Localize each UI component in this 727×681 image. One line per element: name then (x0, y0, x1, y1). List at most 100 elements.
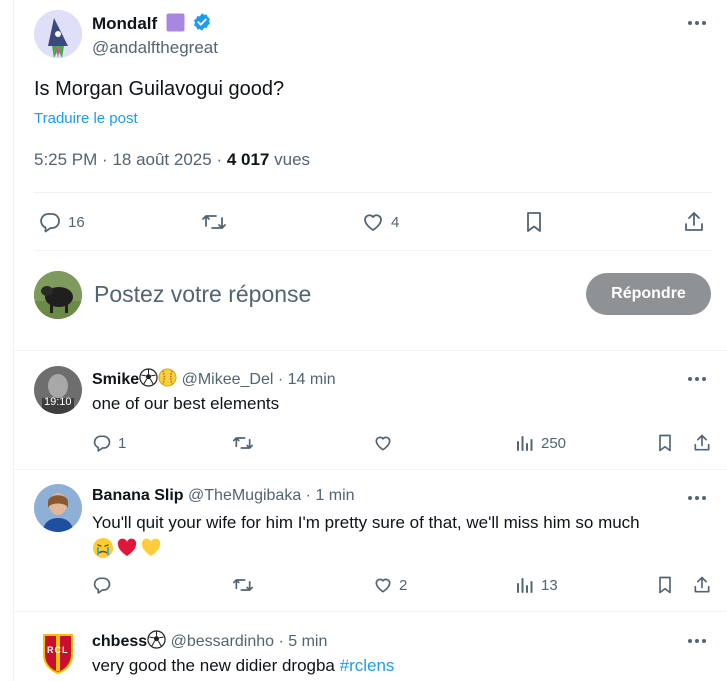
views-button[interactable]: 250 (515, 431, 566, 455)
author-avatar[interactable] (34, 10, 82, 58)
share-button[interactable] (682, 207, 706, 237)
share-icon (682, 210, 706, 234)
softball-icon (158, 368, 177, 387)
retweet-button[interactable] (232, 573, 254, 597)
bookmark-icon (655, 433, 675, 453)
tweet-meta: 5:25 PM · 18 août 2025 · 4 017 vues (34, 150, 310, 170)
reply-author-name[interactable]: Banana Slip (92, 487, 184, 504)
header-separator: · (278, 633, 289, 650)
divider (14, 469, 727, 470)
retweet-icon (232, 433, 254, 453)
soccer-ball-icon (139, 368, 158, 387)
bookmark-button[interactable] (655, 573, 675, 597)
tweet-time[interactable]: 5:25 PM (34, 150, 97, 169)
bookmark-button[interactable] (522, 207, 546, 237)
share-button[interactable] (692, 431, 712, 455)
retweet-icon (201, 210, 227, 234)
reply-count: 16 (68, 213, 85, 231)
views-count: 4 017 (226, 150, 270, 169)
bookmark-button[interactable] (655, 431, 675, 455)
timeline-column: Mondalf @andalfthegreat Is Morgan Guilav… (13, 0, 727, 681)
header-separator: · (277, 371, 288, 388)
reply-count: 1 (118, 434, 127, 452)
bookmark-icon (522, 210, 546, 234)
reply-icon (92, 433, 112, 453)
crying-face-icon (92, 537, 114, 561)
hashtag-link[interactable]: #rclens (340, 656, 395, 675)
emoji-row (92, 537, 712, 561)
share-button[interactable] (692, 573, 712, 597)
verified-badge-icon (192, 12, 212, 32)
reply-time[interactable]: 1 min (315, 487, 354, 504)
reply-avatar[interactable]: RCL (34, 627, 82, 675)
reply-avatar[interactable]: 19:10 (34, 366, 82, 414)
reply-author-name[interactable]: Smike (92, 371, 139, 388)
tweet-text: Is Morgan Guilavogui good? (34, 78, 285, 100)
tweet-date[interactable]: 18 août 2025 (112, 150, 211, 169)
reply-time[interactable]: 5 min (288, 633, 327, 650)
more-icon[interactable] (686, 12, 708, 34)
reply-avatar[interactable] (34, 484, 82, 532)
divider (14, 350, 727, 351)
yellow-heart-icon (140, 537, 162, 561)
my-avatar[interactable] (34, 271, 82, 319)
like-count: 2 (399, 576, 408, 594)
reply-time[interactable]: 14 min (288, 371, 336, 388)
like-icon (361, 210, 385, 234)
more-icon[interactable] (686, 630, 708, 652)
submit-reply-button[interactable]: Répondre (586, 273, 711, 315)
red-heart-icon (116, 537, 138, 561)
more-icon[interactable] (686, 487, 708, 509)
divider (34, 250, 712, 251)
avatar-timestamp-overlay: 19:10 (44, 396, 72, 408)
author-name[interactable]: Mondalf (92, 14, 157, 33)
reply-header: Banana Slip @TheMugibaka · 1 min (92, 487, 355, 505)
reply-text-block: You'll quit your wife for him I'm pretty… (92, 511, 712, 561)
reply-author-handle[interactable]: @bessardinho (171, 633, 274, 650)
like-count: 4 (391, 213, 400, 231)
retweet-icon (232, 575, 254, 595)
share-icon (692, 433, 712, 453)
retweet-button[interactable] (232, 431, 254, 455)
reply-button[interactable] (92, 573, 112, 597)
share-icon (692, 575, 712, 595)
meta-separator: · (102, 150, 113, 169)
reply-header: Smike @Mikee_Del · 14 min (92, 368, 336, 389)
divider (14, 611, 727, 612)
views-icon (515, 433, 535, 453)
like-icon (373, 433, 393, 453)
reply-text: very good the new didier drogba (92, 656, 340, 675)
retweet-button[interactable] (201, 207, 227, 237)
like-icon (373, 575, 393, 595)
reply-author-name[interactable]: chbess (92, 633, 147, 650)
views-count: 13 (541, 576, 558, 594)
reply-button[interactable]: 16 (38, 207, 85, 237)
reply-header: chbess @bessardinho · 5 min (92, 630, 327, 651)
purple-square-icon (166, 13, 185, 32)
soccer-ball-icon (147, 630, 166, 649)
like-button[interactable] (373, 431, 393, 455)
bookmark-icon (655, 575, 675, 595)
reply-input[interactable]: Postez votre réponse (94, 281, 311, 308)
reply-text: You'll quit your wife for him I'm pretty… (92, 513, 640, 532)
like-button[interactable]: 2 (373, 573, 407, 597)
views-icon (515, 575, 535, 595)
header-separator: · (305, 487, 316, 504)
reply-author-handle[interactable]: @Mikee_Del (182, 371, 274, 388)
reply-text-row: very good the new didier drogba #rclens (92, 654, 394, 678)
author-name-row[interactable]: Mondalf (92, 12, 212, 34)
reply-icon (92, 575, 112, 595)
divider (34, 192, 712, 193)
translate-link[interactable]: Traduire le post (34, 110, 138, 127)
meta-separator: · (216, 150, 227, 169)
like-button[interactable]: 4 (361, 207, 399, 237)
views-count: 250 (541, 434, 567, 452)
views-button[interactable]: 13 (515, 573, 558, 597)
reply-button[interactable]: 1 (92, 431, 126, 455)
reply-text: one of our best elements (92, 394, 280, 413)
reply-author-handle[interactable]: @TheMugibaka (188, 487, 301, 504)
views-label: vues (274, 150, 311, 169)
reply-icon (38, 210, 62, 234)
more-icon[interactable] (686, 368, 708, 390)
author-handle[interactable]: @andalfthegreat (92, 38, 218, 58)
